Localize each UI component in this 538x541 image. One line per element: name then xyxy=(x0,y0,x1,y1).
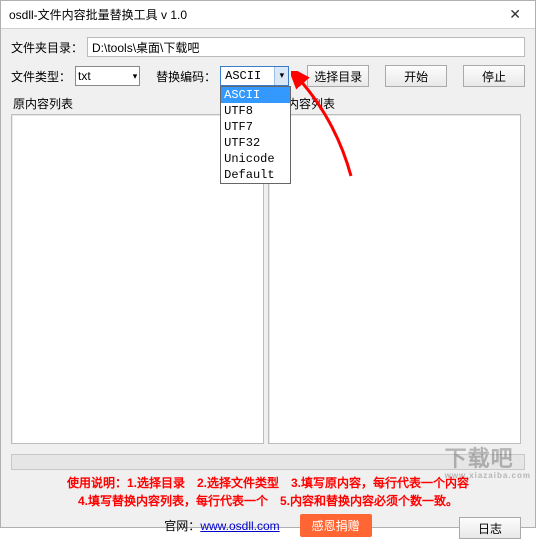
folder-path-input[interactable] xyxy=(87,37,525,57)
site-label-wrap: 官网：www.osdll.com xyxy=(164,517,279,534)
instructions: 使用说明：1.选择目录 2.选择文件类型 3.填写原内容，每行代表一个内容 4.… xyxy=(1,472,535,510)
donate-button[interactable]: 感恩捐赠 xyxy=(300,514,372,537)
original-list-label: 原内容列表 xyxy=(13,95,73,112)
site-label: 官网： xyxy=(164,519,200,533)
encoding-dropdown: ASCII UTF8 UTF7 UTF32 Unicode Default xyxy=(220,86,291,184)
folder-dir-label: 文件夹目录： xyxy=(11,39,83,56)
folder-row: 文件夹目录： xyxy=(11,37,525,57)
stop-button[interactable]: 停止 xyxy=(463,65,525,87)
file-type-value: txt xyxy=(78,69,91,83)
encoding-option-utf7[interactable]: UTF7 xyxy=(221,119,290,135)
close-icon[interactable]: ✕ xyxy=(503,4,527,25)
start-button[interactable]: 开始 xyxy=(385,65,447,87)
encoding-option-utf32[interactable]: UTF32 xyxy=(221,135,290,151)
encoding-option-unicode[interactable]: Unicode xyxy=(221,151,290,167)
app-window: osdll-文件内容批量替换工具 v 1.0 ✕ 文件夹目录： 文件类型： tx… xyxy=(0,0,536,528)
options-row: 文件类型： txt ▾ 替换编码： ASCII ▾ ASCII UTF8 UTF… xyxy=(11,65,525,87)
replace-content-listbox[interactable] xyxy=(268,114,521,444)
file-type-label: 文件类型： xyxy=(11,68,71,85)
encoding-option-utf8[interactable]: UTF8 xyxy=(221,103,290,119)
instructions-line2: 4.填写替换内容列表，每行代表一个 5.内容和替换内容必须个数一致。 xyxy=(9,492,527,510)
window-title: osdll-文件内容批量替换工具 v 1.0 xyxy=(9,6,187,23)
encoding-value: ASCII xyxy=(225,69,261,83)
select-dir-button[interactable]: 选择目录 xyxy=(307,65,369,87)
progress-bar xyxy=(11,454,525,470)
encoding-option-default[interactable]: Default xyxy=(221,167,290,183)
encoding-label: 替换编码： xyxy=(156,68,216,85)
encoding-select[interactable]: ASCII ▾ ASCII UTF8 UTF7 UTF32 Unicode De… xyxy=(220,66,289,86)
file-type-select[interactable]: txt ▾ xyxy=(75,66,140,86)
encoding-option-ascii[interactable]: ASCII xyxy=(221,87,290,103)
site-link[interactable]: www.osdll.com xyxy=(200,519,279,533)
instructions-line1: 使用说明：1.选择目录 2.选择文件类型 3.填写原内容，每行代表一个内容 xyxy=(9,474,527,492)
titlebar: osdll-文件内容批量替换工具 v 1.0 ✕ xyxy=(1,1,535,29)
content-area: 文件夹目录： 文件类型： txt ▾ 替换编码： ASCII ▾ ASCII U… xyxy=(1,29,535,448)
chevron-down-icon: ▾ xyxy=(133,71,138,82)
footer: 官网：www.osdll.com 感恩捐赠 日志 xyxy=(1,510,535,541)
log-button[interactable]: 日志 xyxy=(459,517,521,539)
chevron-down-icon: ▾ xyxy=(274,67,288,85)
